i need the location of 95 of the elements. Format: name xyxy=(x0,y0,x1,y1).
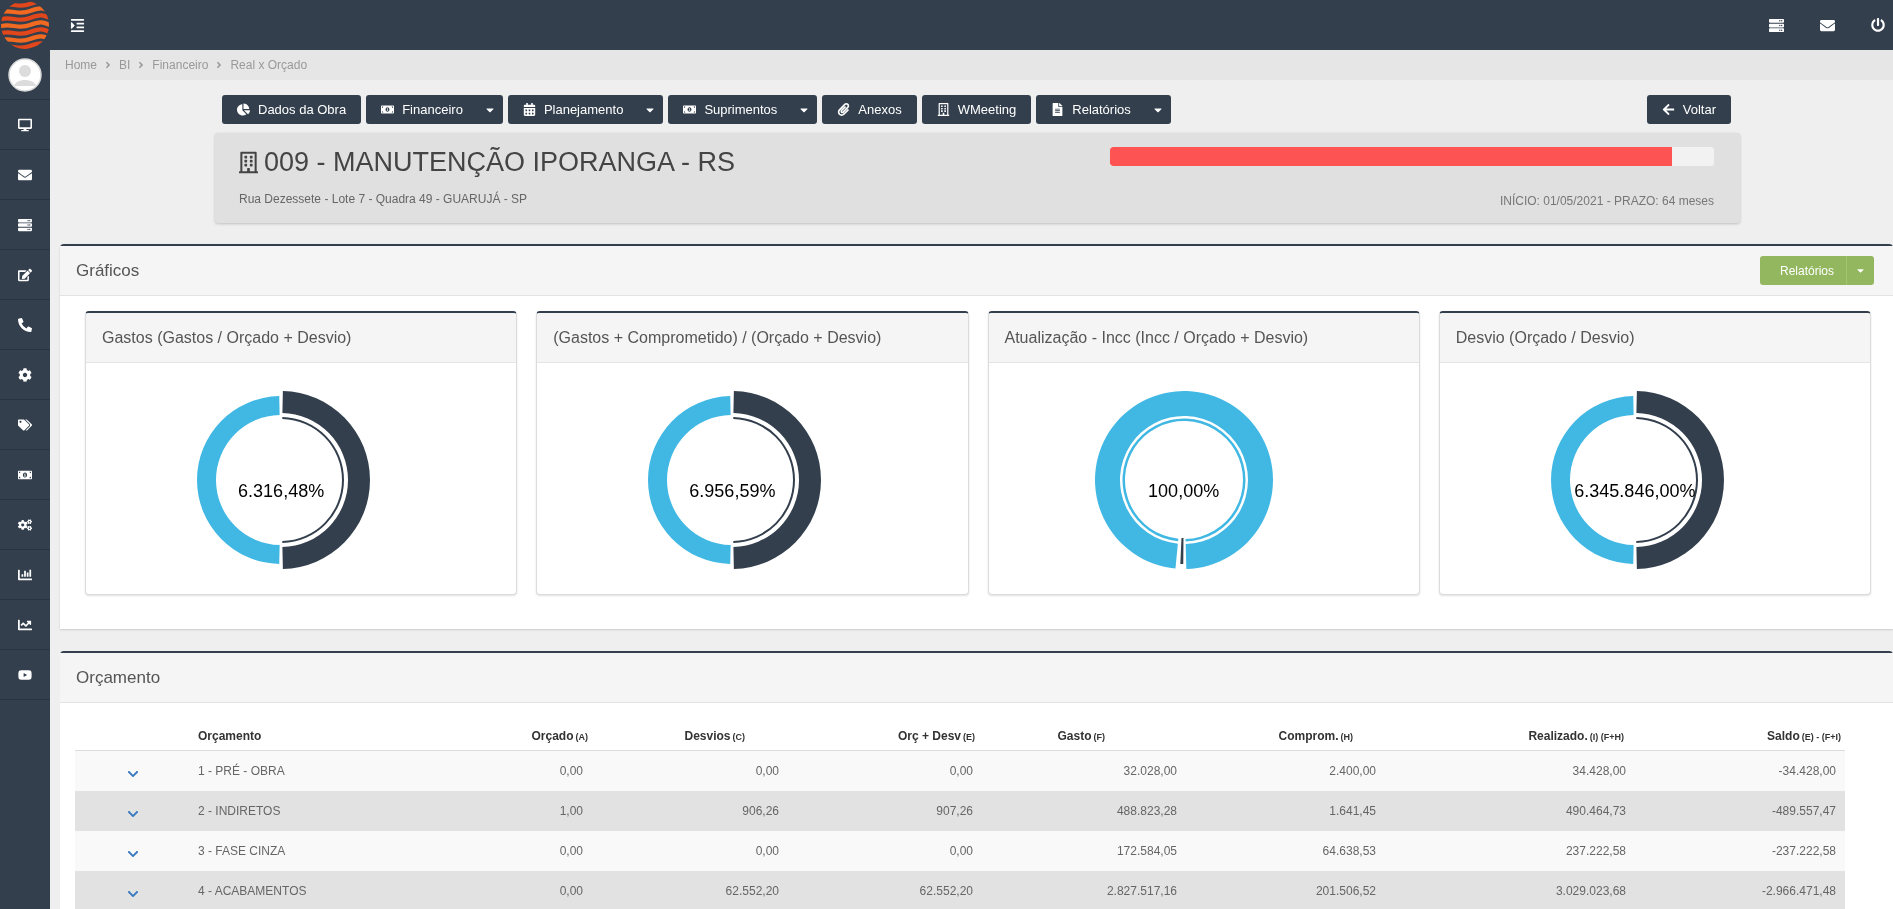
tags-icon[interactable] xyxy=(18,417,32,432)
envelope-icon[interactable] xyxy=(1820,17,1835,33)
table-cell-text: 907,26 xyxy=(935,803,974,820)
power-icon[interactable] xyxy=(1871,18,1885,32)
toolbar-button[interactable]: WMeeting xyxy=(921,95,1032,124)
server-icon[interactable] xyxy=(1769,17,1784,33)
edit-icon[interactable] xyxy=(18,267,32,282)
chevron-down-icon[interactable] xyxy=(126,888,139,900)
column-header: Desvios (C) xyxy=(683,728,746,745)
table-cell-text: 0,00 xyxy=(754,763,780,780)
table-cell-text: -237.222,58 xyxy=(1770,843,1837,860)
breadcrumb-item: Real x Orçado xyxy=(230,57,308,74)
table-cell-text: 62.552,20 xyxy=(724,883,780,900)
project-schedule: INÍCIO: 01/05/2021 - PRAZO: 64 meses xyxy=(1499,193,1714,209)
table-cell-text: -489.557,47 xyxy=(1770,803,1837,820)
cogs-icon[interactable] xyxy=(18,517,32,532)
pie-chart-icon xyxy=(237,103,250,116)
settings-icon[interactable] xyxy=(18,367,32,382)
chevron-down-icon[interactable] xyxy=(126,808,139,820)
chevron-down-icon[interactable] xyxy=(126,768,139,780)
envelope-icon[interactable] xyxy=(18,167,32,182)
line-chart-icon[interactable] xyxy=(18,617,32,632)
table-cell-text: 0,00 xyxy=(754,843,780,860)
table-cell-text: 3.029.023,68 xyxy=(1554,883,1627,900)
monitor-icon[interactable] xyxy=(18,117,32,132)
money-bill-icon xyxy=(683,103,697,116)
phone-icon[interactable] xyxy=(18,317,32,332)
column-header: Realizado. (I) (F+H) xyxy=(1527,728,1625,745)
chevron-right-icon xyxy=(215,60,224,70)
table-cell-text: 2.400,00 xyxy=(1328,763,1377,780)
column-header: Saldo (E) - (F+I) xyxy=(1766,728,1842,745)
table-cell-text: 488.823,28 xyxy=(1115,803,1178,820)
toolbar-button[interactable]: Relatórios xyxy=(1036,95,1171,124)
toolbar-button[interactable]: Dados da Obra xyxy=(222,95,362,124)
column-header: Orçado (A) xyxy=(530,728,589,745)
toolbar-button[interactable]: Suprimentos xyxy=(668,95,818,124)
table-cell-text: 906,26 xyxy=(741,803,780,820)
document-icon xyxy=(1051,103,1065,116)
building-icon xyxy=(936,103,950,116)
chart-title: Gastos (Gastos / Orçado + Desvio) xyxy=(102,327,352,348)
toolbar-button[interactable]: Anexos xyxy=(822,95,917,124)
table-cell-text: 3 - FASE CINZA xyxy=(197,843,287,860)
toolbar-button[interactable]: Planejamento xyxy=(507,95,664,124)
table-cell-text: 172.584,05 xyxy=(1115,843,1178,860)
table-cell-text: -2.966.471,48 xyxy=(1760,883,1837,900)
chart-title: (Gastos + Comprometido) / (Orçado + Desvio) xyxy=(553,327,882,348)
building-icon xyxy=(239,149,258,175)
table-cell-text: 201.506,52 xyxy=(1314,883,1377,900)
chevron-right-icon xyxy=(104,60,112,70)
table-cell-text: 32.028,00 xyxy=(1122,763,1178,780)
back-button[interactable]: Voltar xyxy=(1646,95,1731,124)
table-cell-text: 1,00 xyxy=(558,803,584,820)
logo xyxy=(0,0,50,50)
table-cell-text: 0,00 xyxy=(948,763,974,780)
table-cell-text: 4 - ACABAMENTOS xyxy=(197,883,308,900)
panel-title: Gráficos xyxy=(76,259,140,282)
donut-value: 6.345.846,00% xyxy=(1574,479,1696,502)
table-cell-text: 1 - PRÉ - OBRA xyxy=(197,762,286,780)
calendar-icon xyxy=(522,103,536,116)
money-bill-icon xyxy=(381,103,395,116)
table-cell-text: 237.222,58 xyxy=(1564,843,1627,860)
donut-value: 100,00% xyxy=(1148,479,1220,502)
table-cell-text: 2 - INDIRETOS xyxy=(197,803,282,820)
project-address: Rua Dezessete - Lote 7 - Quadra 49 - GUARUJÁ - SP xyxy=(239,191,529,207)
table-cell-text: 0,00 xyxy=(558,763,584,780)
column-header: Orçamento xyxy=(197,728,263,745)
column-header: Comprom. (H) xyxy=(1277,728,1354,745)
panel-title: Orçamento xyxy=(76,666,161,689)
table-cell-text: 0,00 xyxy=(558,883,584,900)
menu-icon[interactable] xyxy=(70,17,85,33)
paperclip-icon xyxy=(837,103,851,116)
table-cell-text: 34.428,00 xyxy=(1571,763,1627,780)
table-cell-text: 1.641,45 xyxy=(1328,803,1377,820)
donut-value: 6.956,59% xyxy=(689,479,776,502)
table-cell-text: 490.464,73 xyxy=(1564,803,1627,820)
column-header: Orç + Desv (E) xyxy=(896,728,976,745)
video-play-icon[interactable] xyxy=(18,667,32,682)
chart-title: Atualização - Incc (Incc / Orçado + Desvio) xyxy=(1004,327,1309,348)
chevron-right-icon xyxy=(137,60,146,70)
table-cell-text: 64.638,53 xyxy=(1321,843,1377,860)
server-icon[interactable] xyxy=(18,217,32,232)
project-title: 009 - MANUTENÇÃO IPORANGA - RS xyxy=(264,146,736,179)
avatar-icon[interactable] xyxy=(8,57,42,92)
table-cell-text: 2.827.517,16 xyxy=(1105,883,1178,900)
column-header: Gasto (F) xyxy=(1056,728,1106,745)
bar-chart-icon[interactable] xyxy=(18,567,32,582)
arrow-left-icon xyxy=(1661,103,1675,116)
table-cell-text: 0,00 xyxy=(558,843,584,860)
toolbar-button[interactable]: Financeiro xyxy=(366,95,503,124)
table-cell-text: -34.428,00 xyxy=(1777,763,1837,780)
table-cell-text: 62.552,20 xyxy=(918,883,974,900)
table-cell-text: 0,00 xyxy=(948,843,974,860)
chart-title: Desvio (Orçado / Desvio) xyxy=(1455,327,1635,348)
chevron-down-icon[interactable] xyxy=(126,848,139,860)
donut-value: 6.316,48% xyxy=(238,479,325,502)
